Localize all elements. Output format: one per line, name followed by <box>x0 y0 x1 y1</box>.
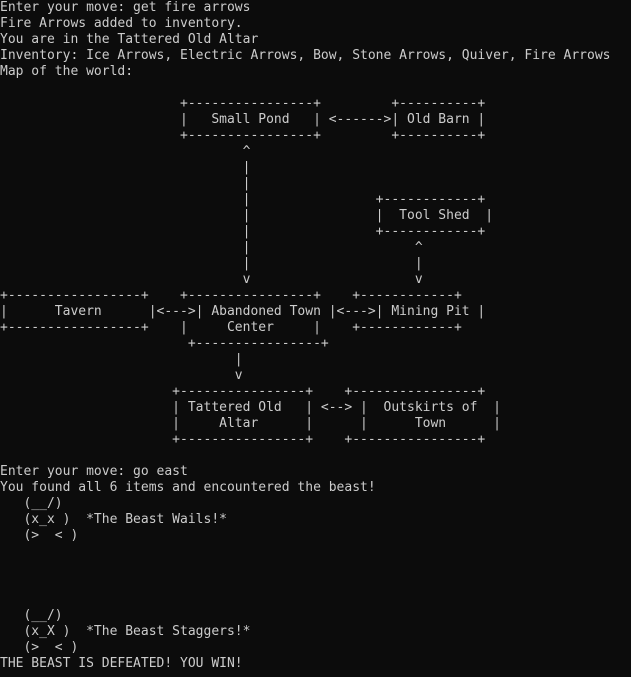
console-line: THE BEAST IS DEFEATED! YOU WIN! <box>0 656 243 671</box>
ascii-map-line: +----------------+ +----------------+ <box>0 432 486 447</box>
ascii-art-line: (__/) <box>0 496 63 511</box>
console-line: Map of the world: <box>0 64 134 79</box>
console-line: You found all 6 items and encountered th… <box>0 480 376 495</box>
ascii-map-line: +-----------------+ | Center | +--------… <box>0 320 462 335</box>
ascii-map-line: | | Tool Shed | <box>0 208 494 223</box>
ascii-art-line: (> < ) <box>0 528 79 543</box>
ascii-map-line: | Small Pond | <------>| Old Barn | <box>0 112 486 127</box>
ascii-map-line: ^ <box>0 144 251 159</box>
terminal-console[interactable]: Enter your move: get fire arrows Fire Ar… <box>0 0 631 677</box>
ascii-art-line: (__/) <box>0 608 63 623</box>
ascii-map-line: | Tavern |<--->| Abandoned Town |<--->| … <box>0 304 486 319</box>
ascii-map-line: +----------------+ +----------+ <box>0 128 486 143</box>
console-line: You are in the Tattered Old Altar <box>0 32 259 47</box>
ascii-map-line: +----------------+ +----------------+ <box>0 384 486 399</box>
ascii-map-line: +-----------------+ +----------------+ +… <box>0 288 462 303</box>
ascii-art-line: (x_X ) *The Beast Staggers!* <box>0 624 251 639</box>
ascii-map-line: | Tattered Old | <--> | Outskirts of | <box>0 400 501 415</box>
ascii-map-line: | Altar | | Town | <box>0 416 501 431</box>
ascii-art-line: (> < ) <box>0 640 79 655</box>
ascii-map-line: | <box>0 176 251 191</box>
ascii-map-line: | ^ <box>0 240 423 255</box>
ascii-map-line: | +------------+ <box>0 224 486 239</box>
ascii-map-line: | | <box>0 256 423 271</box>
ascii-map-line: | <box>0 160 251 175</box>
ascii-art-line: (x_x ) *The Beast Wails!* <box>0 512 227 527</box>
console-line: Enter your move: get fire arrows <box>0 0 251 15</box>
ascii-map-line: +----------------+ <box>0 336 329 351</box>
ascii-map-line: | <box>0 352 243 367</box>
ascii-map-line: v <box>0 368 243 383</box>
console-line: Fire Arrows added to inventory. <box>0 16 243 31</box>
console-line: Inventory: Ice Arrows, Electric Arrows, … <box>0 48 611 63</box>
console-line: Enter your move: go east <box>0 464 188 479</box>
ascii-map-line: +----------------+ +----------+ <box>0 96 486 111</box>
ascii-map-line: v v <box>0 272 423 287</box>
ascii-map-line: | +------------+ <box>0 192 486 207</box>
